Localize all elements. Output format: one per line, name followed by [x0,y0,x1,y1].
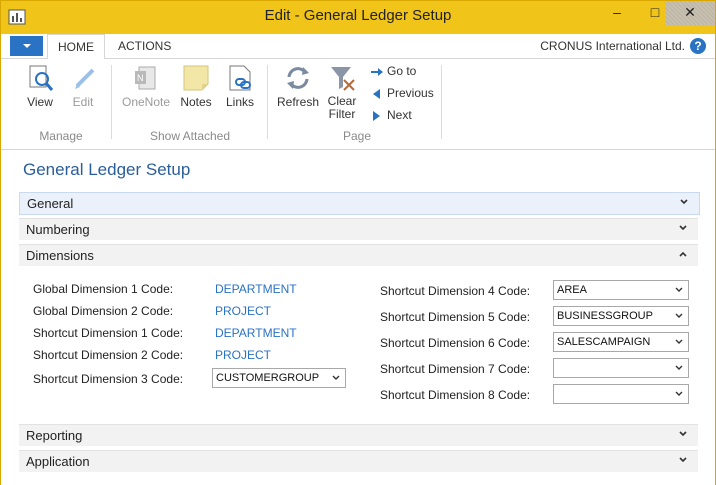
go-to-label: Go to [387,64,417,78]
ribbon-separator [441,65,442,139]
notes-label: Notes [180,95,212,109]
fasttab-general-label: General [27,196,74,211]
next-arrow-icon [373,110,380,121]
chevron-down-icon [675,391,683,396]
global-dimension-2-value[interactable]: PROJECT [215,304,271,318]
shortcut-dimension-6-select[interactable]: SALESCAMPAIGN [553,332,689,352]
shortcut-dimension-3-label: Shortcut Dimension 3 Code: [33,372,184,386]
edit-label: Edit [72,95,94,109]
refresh-icon [287,67,309,89]
shortcut-dimension-8-select[interactable] [553,384,689,404]
shortcut-dimension-6-label: Shortcut Dimension 6 Code: [380,336,531,350]
fasttab-reporting[interactable]: Reporting [19,424,698,446]
clear-filter-label-line1: Clear [327,94,357,108]
shortcut-dimension-1-value[interactable]: DEPARTMENT [215,326,297,340]
global-dimension-1-label: Global Dimension 1 Code: [33,282,174,296]
fasttab-application-label: Application [26,454,90,469]
shortcut-dimension-2-value[interactable]: PROJECT [215,348,271,362]
ribbon: View Edit Manage N OneNote Notes Links S… [1,59,715,150]
shortcut-dimension-5-select[interactable]: BUSINESSGROUP [553,306,689,326]
close-button[interactable]: ✕ [665,1,715,25]
clear-filter-icon [331,67,355,91]
shortcut-dimension-8-label: Shortcut Dimension 8 Code: [380,388,531,402]
ribbon-separator [267,65,268,139]
fasttab-application[interactable]: Application [19,450,698,472]
page-title: General Ledger Setup [23,160,191,179]
onenote-button[interactable]: N OneNote [121,63,171,109]
edit-pencil-icon [75,68,95,89]
previous-button[interactable]: Previous [371,86,434,100]
edit-button[interactable]: Edit [69,63,97,109]
fasttab-dimensions-label: Dimensions [26,248,94,263]
view-label: View [27,95,53,109]
fasttab-numbering-label: Numbering [26,222,90,237]
group-label-show-attached: Show Attached [149,129,231,143]
fasttab-general[interactable]: General [19,192,700,215]
shortcut-dimension-1-label: Shortcut Dimension 1 Code: [33,326,184,340]
shortcut-dimension-4-label: Shortcut Dimension 4 Code: [380,284,531,298]
company-name[interactable]: CRONUS International Ltd. [540,39,685,53]
next-label: Next [387,108,412,122]
notes-icon [183,65,209,91]
shortcut-dimension-6-value: SALESCAMPAIGN [557,336,651,348]
global-dimension-2-label: Global Dimension 2 Code: [33,304,174,318]
next-button[interactable]: Next [371,108,412,122]
tab-actions[interactable]: ACTIONS [118,34,171,58]
fasttab-reporting-label: Reporting [26,428,83,443]
chevron-down-icon [675,313,683,318]
chevron-down-icon [680,199,688,205]
shortcut-dimension-7-label: Shortcut Dimension 7 Code: [380,362,531,376]
go-to-button[interactable]: Go to [371,64,416,78]
shortcut-dimension-5-value: BUSINESSGROUP [557,310,653,322]
ribbon-separator [111,65,112,139]
chevron-down-icon [679,225,687,231]
shortcut-dimension-4-value: AREA [557,284,587,296]
app-window: Edit - General Ledger Setup – □ ✕ HOME A… [0,0,716,485]
shortcut-dimension-2-label: Shortcut Dimension 2 Code: [33,348,184,362]
clear-filter-button[interactable]: Clear Filter [325,63,359,121]
shortcut-dimension-5-label: Shortcut Dimension 5 Code: [380,310,531,324]
chevron-down-icon [675,365,683,370]
view-button[interactable]: View [23,63,57,109]
page-content: General Ledger Setup General Numbering D… [1,150,715,485]
title-bar: Edit - General Ledger Setup – □ ✕ [1,1,715,34]
onenote-label: OneNote [121,95,171,109]
links-icon [229,65,251,91]
svg-text:N: N [137,73,144,83]
shortcut-dimension-7-select[interactable] [553,358,689,378]
shortcut-dimension-3-select[interactable]: CUSTOMERGROUP [212,368,346,388]
chevron-up-icon [679,251,687,257]
onenote-icon: N [135,66,156,90]
view-icon [29,65,54,91]
previous-label: Previous [387,86,434,100]
shortcut-dimension-3-value: CUSTOMERGROUP [216,372,320,384]
clear-filter-label-line2: Filter [328,107,356,121]
refresh-button[interactable]: Refresh [277,63,319,109]
links-button[interactable]: Links [225,63,255,109]
refresh-label: Refresh [277,95,320,109]
minimize-button[interactable]: – [597,1,637,25]
fasttab-dimensions[interactable]: Dimensions [19,244,698,266]
chevron-down-icon [679,457,687,463]
shortcut-dimension-4-select[interactable]: AREA [553,280,689,300]
application-menu-button[interactable] [10,36,43,56]
fasttab-numbering[interactable]: Numbering [19,218,698,240]
group-label-manage: Manage [39,129,83,143]
tab-home[interactable]: HOME [47,34,105,60]
chevron-down-icon [675,287,683,292]
chevron-down-icon [332,375,340,380]
chevron-down-icon [679,431,687,437]
go-to-arrow-icon [371,67,383,76]
links-label: Links [225,95,254,109]
group-label-page: Page [342,129,372,143]
help-icon[interactable]: ? [690,38,706,54]
notes-button[interactable]: Notes [179,63,213,109]
chevron-down-icon [675,339,683,344]
previous-arrow-icon [373,88,380,99]
global-dimension-1-value[interactable]: DEPARTMENT [215,282,297,296]
